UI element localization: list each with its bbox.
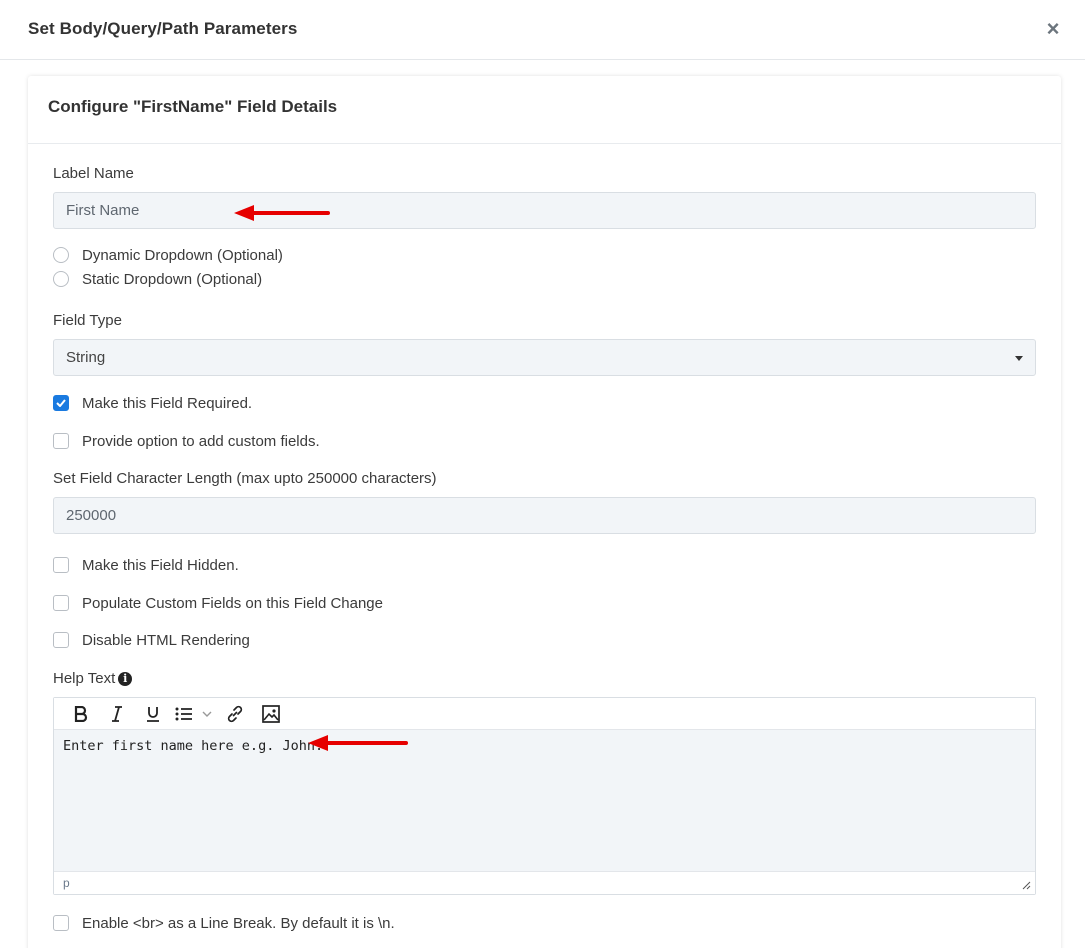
modal-title: Set Body/Query/Path Parameters (28, 19, 298, 38)
field-type-label: Field Type (53, 312, 122, 329)
element-path[interactable]: p (63, 876, 70, 890)
italic-icon[interactable] (99, 700, 135, 728)
link-icon[interactable] (217, 700, 253, 728)
checkbox-box[interactable] (53, 632, 69, 648)
char-length-label: Set Field Character Length (max upto 250… (53, 470, 437, 487)
checkbox-label: Disable HTML Rendering (82, 631, 250, 649)
checkbox-box[interactable] (53, 395, 69, 411)
field-type-value: String (66, 349, 106, 366)
annotation-arrow-icon (308, 735, 408, 751)
info-icon[interactable]: i (118, 672, 133, 686)
bullet-list-icon[interactable] (171, 700, 217, 728)
help-text-label: Help Text i (53, 670, 133, 687)
check-icon (56, 399, 66, 407)
checkbox-label: Populate Custom Fields on this Field Cha… (82, 594, 383, 612)
populate-custom-fields-checkbox[interactable]: Populate Custom Fields on this Field Cha… (53, 593, 383, 613)
field-type-select[interactable]: String (53, 339, 1036, 376)
required-checkbox[interactable]: Make this Field Required. (53, 393, 252, 413)
help-text-label-text: Help Text (53, 670, 116, 687)
underline-icon[interactable] (135, 700, 171, 728)
static-dropdown-radio[interactable]: Static Dropdown (Optional) (53, 269, 262, 289)
editor-status-bar: p (54, 871, 1035, 894)
custom-fields-checkbox[interactable]: Provide option to add custom fields. (53, 431, 320, 451)
card-header: Configure "FirstName" Field Details (28, 76, 1061, 144)
radio-label: Static Dropdown (Optional) (82, 270, 263, 288)
editor-toolbar (54, 698, 1035, 730)
image-icon[interactable] (253, 700, 289, 728)
radio-label: Dynamic Dropdown (Optional) (82, 246, 283, 264)
bold-icon[interactable] (63, 700, 99, 728)
checkbox-label: Provide option to add custom fields. (82, 432, 320, 450)
checkbox-box[interactable] (53, 433, 69, 449)
modal-header: Set Body/Query/Path Parameters × (0, 0, 1085, 60)
resize-handle-icon[interactable] (1022, 881, 1031, 890)
char-length-input[interactable]: 250000 (53, 497, 1036, 534)
annotation-arrow-icon (234, 205, 330, 221)
radio-circle[interactable] (53, 247, 69, 263)
disable-html-checkbox[interactable]: Disable HTML Rendering (53, 630, 250, 650)
field-details-card: Configure "FirstName" Field Details Labe… (28, 76, 1061, 948)
checkbox-box[interactable] (53, 595, 69, 611)
line-break-checkbox[interactable]: Enable <br> as a Line Break. By default … (53, 913, 395, 933)
checkbox-label: Enable <br> as a Line Break. By default … (82, 914, 395, 932)
label-name-label: Label Name (53, 165, 134, 182)
checkbox-label: Make this Field Hidden. (82, 556, 239, 574)
help-text-editor: Enter first name here e.g. John. p (53, 697, 1036, 895)
label-name-input[interactable]: First Name (53, 192, 1036, 229)
close-button[interactable]: × (1043, 18, 1063, 40)
chevron-down-icon (1015, 356, 1023, 361)
checkbox-box[interactable] (53, 557, 69, 573)
dynamic-dropdown-radio[interactable]: Dynamic Dropdown (Optional) (53, 245, 283, 265)
radio-circle[interactable] (53, 271, 69, 287)
card-title: Configure "FirstName" Field Details (48, 97, 338, 116)
help-text-content[interactable]: Enter first name here e.g. John. (63, 738, 323, 754)
checkbox-box[interactable] (53, 915, 69, 931)
hidden-checkbox[interactable]: Make this Field Hidden. (53, 555, 239, 575)
checkbox-label: Make this Field Required. (82, 394, 253, 412)
